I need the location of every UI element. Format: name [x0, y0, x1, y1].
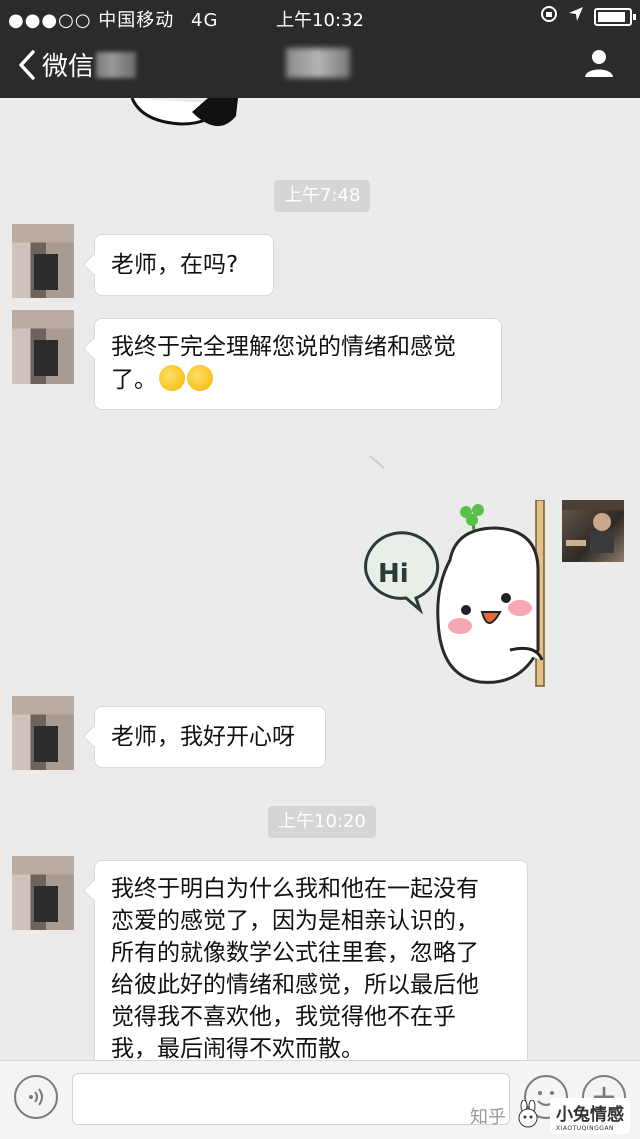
message-input[interactable]: [72, 1073, 510, 1125]
unread-count-blurred: [96, 51, 137, 78]
message-line: 我，最后闹得不欢而散。: [111, 1036, 364, 1060]
hi-sticker[interactable]: Hi: [360, 500, 552, 690]
sticker-hi-text: Hi: [378, 559, 409, 589]
contact-avatar[interactable]: [12, 310, 74, 384]
my-avatar[interactable]: [562, 500, 624, 562]
brand-subtitle: XIAOTUQINGGAN: [556, 1125, 615, 1132]
chat-header: 微信: [0, 34, 640, 98]
person-icon: [585, 50, 613, 77]
back-label: 微信: [42, 52, 95, 82]
contact-avatar[interactable]: [12, 856, 74, 930]
message-line: 恋爱的感觉了，因为是相亲认识的，: [111, 908, 479, 934]
panda-sticker-partial: [130, 98, 238, 127]
zhihu-watermark: 知乎: [470, 1107, 506, 1128]
message-line: 所有的就像数学公式往里套，忽略了: [111, 940, 479, 966]
message-bubble[interactable]: 老师，我好开心呀: [94, 706, 326, 768]
back-button[interactable]: 微信: [18, 46, 137, 83]
decorative-mark: [369, 455, 385, 469]
voice-icon: [29, 1088, 43, 1106]
message-bubble[interactable]: 老师，在吗?: [94, 234, 274, 296]
timestamp: 上午7:48: [274, 180, 371, 212]
rabbit-logo-icon: [514, 1099, 542, 1133]
timestamp: 上午10:20: [268, 806, 376, 838]
brand-name: 小兔情感: [556, 1105, 624, 1125]
status-bar: ●●●○○ 中国移动 4G 上午10:32: [0, 0, 640, 34]
laugh-cry-emoji-icon: [159, 365, 185, 391]
lock-rotation-icon: [540, 5, 558, 28]
message-line: 我终于明白为什么我和他在一起没有: [111, 876, 479, 902]
battery-icon: [594, 7, 636, 26]
chevron-left-icon: [19, 49, 35, 80]
contact-avatar[interactable]: [12, 696, 74, 770]
laugh-cry-emoji-icon: [187, 365, 213, 391]
contact-avatar[interactable]: [12, 224, 74, 298]
chat-title-blurred: [286, 48, 350, 78]
message-bubble[interactable]: 我终于完全理解您说的情绪和感觉了。: [94, 318, 502, 410]
watermark: 知乎 小兔情感 XIAOTUQINGGAN: [470, 1096, 640, 1136]
profile-button[interactable]: [584, 48, 614, 82]
top-bar: ●●●○○ 中国移动 4G 上午10:32 微信: [0, 0, 640, 98]
message-bubble[interactable]: 我终于明白为什么我和他在一起没有 恋爱的感觉了，因为是相亲认识的， 所有的就像数…: [94, 860, 528, 1060]
chat-area[interactable]: 上午7:48 老师，在吗? 我终于完全理解您说的情绪和感觉了。 Hi 老师，我好…: [0, 98, 640, 1060]
location-icon: [568, 6, 584, 27]
message-line: 觉得我不喜欢他，我觉得他不在乎: [111, 1004, 456, 1030]
voice-input-button[interactable]: [14, 1075, 58, 1119]
message-line: 给彼此好的情绪和感觉，所以最后他: [111, 972, 479, 998]
